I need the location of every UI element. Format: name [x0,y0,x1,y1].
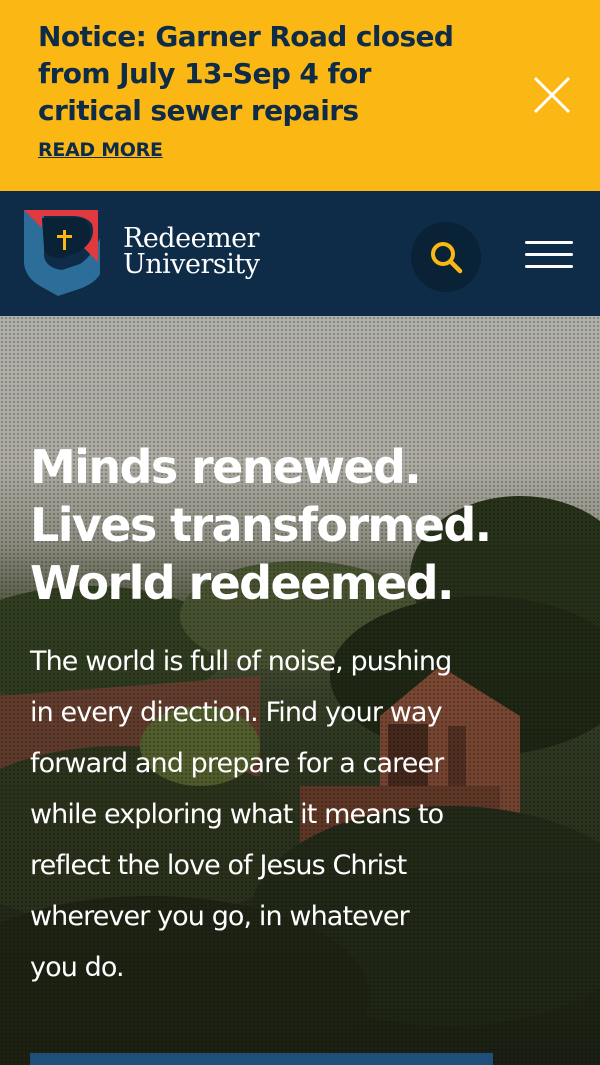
notice-title-line: critical sewer repairs [38,94,359,127]
close-icon [533,76,571,114]
notice-title-line: Notice: Garner Road closed [38,20,454,53]
hero-body-line: forward and prepare for a career [30,748,444,779]
hero-heading-line: Lives transformed. [30,498,492,552]
hero-heading-line: World redeemed. [30,556,454,610]
hero-body-line: wherever you go, in whatever [30,901,410,932]
hero-heading-line: Minds renewed. [30,440,422,494]
hamburger-menu-icon [525,253,573,256]
close-notice-button[interactable] [531,74,573,116]
hero-heading: Minds renewed. Lives transformed. World … [30,438,570,612]
hamburger-menu-icon [525,241,573,244]
hero-body-line: you do. [30,952,125,983]
hero-body-line: while exploring what it means to [30,799,444,830]
notice-banner: Notice: Garner Road closed from July 13-… [0,0,600,191]
hero-body-line: in every direction. Find your way [30,697,443,728]
notice-title: Notice: Garner Road closed from July 13-… [38,18,508,129]
site-header: Redeemer University [0,191,600,316]
hamburger-menu-icon [525,265,573,268]
search-icon [431,242,463,274]
search-button[interactable] [411,222,481,292]
site-logo[interactable]: Redeemer University [22,208,282,300]
hero-section: Minds renewed. Lives transformed. World … [0,316,600,1065]
hero-cta-button[interactable] [30,1053,493,1065]
notice-title-line: from July 13-Sep 4 for [38,57,371,90]
hero-body-line: The world is full of noise, pushing [30,646,452,677]
read-more-link[interactable]: READ MORE [38,139,163,161]
menu-button[interactable] [525,241,575,271]
hero-body-line: reflect the love of Jesus Christ [30,850,407,881]
logo-text-line2: University [123,249,260,280]
shield-logo-icon [24,210,100,296]
hero-description: The world is full of noise, pushing in e… [30,636,510,993]
